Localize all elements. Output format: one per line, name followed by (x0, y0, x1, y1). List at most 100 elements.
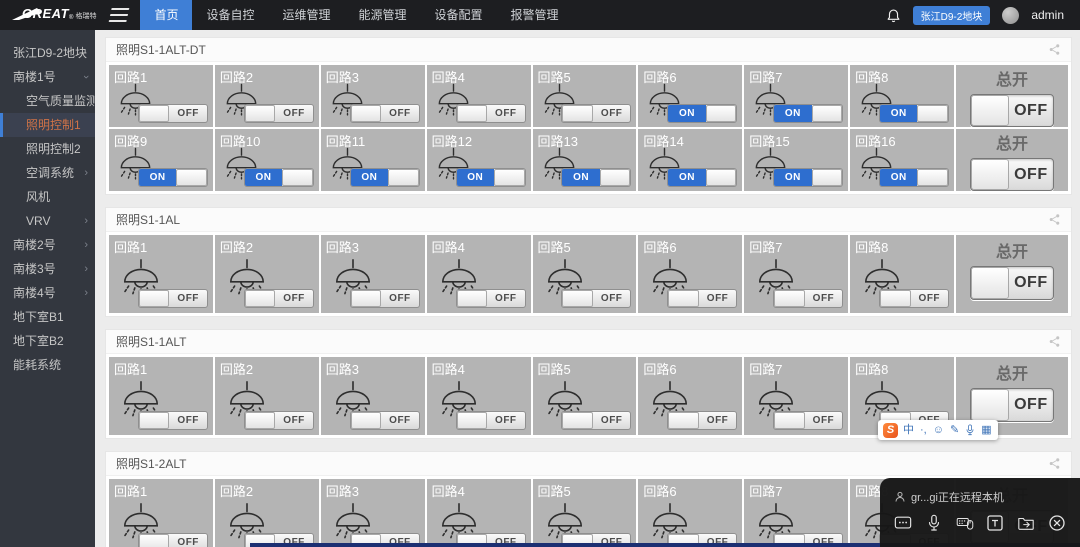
sidebar-item-9[interactable]: 南楼2号› (0, 233, 95, 257)
circuit-toggle[interactable]: ON (879, 168, 949, 187)
sidebar-item-4[interactable]: 照明控制1 (0, 113, 95, 137)
sidebar-item-1[interactable]: 张江D9-2地块 (0, 41, 95, 65)
disconnect-icon[interactable] (1048, 514, 1066, 532)
circuit-toggle[interactable]: OFF (350, 289, 420, 308)
toggle-state-label: OFF (593, 290, 630, 307)
circuit-label: 回路2 (220, 237, 253, 256)
circuit-label: 回路6 (643, 481, 676, 500)
sidebar-item-10[interactable]: 南楼3号› (0, 257, 95, 281)
circuit-toggle[interactable]: OFF (138, 289, 208, 308)
circuit-toggle[interactable]: OFF (773, 289, 843, 308)
keyboard-mouse-icon[interactable] (956, 514, 974, 532)
toggle-state-label: OFF (487, 290, 524, 307)
voice-icon[interactable] (925, 514, 943, 532)
circuit-toggle[interactable]: ON (667, 168, 737, 187)
circuit-toggle[interactable]: ON (561, 168, 631, 187)
circuit-label: 回路1 (114, 481, 147, 500)
master-toggle[interactable]: OFF (970, 94, 1054, 127)
chinese-mode-icon[interactable]: 中 (903, 425, 914, 436)
emoji-icon[interactable]: ☺ (933, 425, 944, 436)
circuit-card: 回路7OFF (744, 357, 848, 435)
nav-item-6[interactable]: 报警管理 (497, 0, 573, 30)
site-badge[interactable]: 张江D9-2地块 (913, 6, 991, 25)
nav-item-1[interactable]: 首页 (140, 0, 192, 30)
circuit-toggle[interactable]: ON (773, 168, 843, 187)
share-icon[interactable] (1048, 335, 1061, 348)
username-label[interactable]: admin (1031, 8, 1064, 22)
nav-item-2[interactable]: 设备自控 (192, 0, 268, 30)
circuit-card: 回路9ON (109, 129, 213, 191)
toggle-handle (388, 169, 419, 186)
sidebar-item-label: 南楼3号 (13, 262, 56, 276)
circuit-toggle[interactable]: OFF (138, 533, 208, 547)
chevron-right-icon: › (84, 209, 88, 233)
avatar[interactable] (1002, 7, 1019, 24)
toggle-handle (351, 412, 382, 429)
circuit-toggle[interactable]: OFF (561, 411, 631, 430)
share-icon[interactable] (1048, 457, 1061, 470)
circuit-toggle[interactable]: OFF (561, 289, 631, 308)
circuit-toggle[interactable]: ON (879, 104, 949, 123)
panel-title: 照明S1-1AL (116, 211, 180, 228)
remote-status-text: gr...gi正在远程本机 (911, 489, 1004, 505)
sidebar-item-7[interactable]: 风机 (0, 185, 95, 209)
toggle-state-label: ON (880, 105, 917, 122)
keyboard-layout-icon[interactable]: ▦ (981, 425, 991, 436)
circuit-card: 回路3OFF (321, 235, 425, 313)
circuit-toggle[interactable]: ON (773, 104, 843, 123)
punctuation-icon[interactable]: ·, (920, 425, 927, 436)
circuit-toggle[interactable]: ON (350, 168, 420, 187)
sidebar-item-label: 地下室B2 (13, 334, 64, 348)
circuit-label: 回路2 (220, 359, 253, 378)
sidebar-item-11[interactable]: 南楼4号› (0, 281, 95, 305)
nav-item-3[interactable]: 运维管理 (269, 0, 345, 30)
sidebar-item-2[interactable]: 南楼1号› (0, 65, 95, 89)
sidebar-item-5[interactable]: 照明控制2 (0, 137, 95, 161)
circuit-toggle[interactable]: OFF (350, 411, 420, 430)
sidebar-item-label: 照明控制1 (26, 118, 81, 132)
circuit-toggle[interactable]: OFF (138, 104, 208, 123)
circuit-toggle[interactable]: OFF (350, 104, 420, 123)
circuit-toggle[interactable]: OFF (773, 411, 843, 430)
share-icon[interactable] (1048, 213, 1061, 226)
chat-icon[interactable] (894, 514, 912, 532)
toggle-state-label: ON (457, 169, 494, 186)
master-toggle[interactable]: OFF (970, 158, 1054, 191)
sidebar-item-6[interactable]: 空调系统› (0, 161, 95, 185)
toggle-state-label: OFF (487, 412, 524, 429)
sidebar-item-14[interactable]: 能耗系统 (0, 353, 95, 377)
circuit-card: 回路5OFF (533, 479, 637, 547)
ime-logo-icon[interactable]: S (883, 423, 898, 438)
master-toggle[interactable]: OFF (970, 266, 1054, 300)
sidebar-item-8[interactable]: VRV› (0, 209, 95, 233)
nav-item-5[interactable]: 设备配置 (421, 0, 497, 30)
circuit-toggle[interactable]: ON (667, 104, 737, 123)
circuit-toggle[interactable]: ON (138, 168, 208, 187)
handwriting-icon[interactable]: ✎ (950, 425, 959, 436)
circuit-toggle[interactable]: OFF (879, 289, 949, 308)
circuit-toggle[interactable]: OFF (244, 104, 314, 123)
voice-input-icon[interactable] (965, 424, 975, 436)
notifications-bell-icon[interactable] (886, 8, 901, 23)
share-icon[interactable] (1048, 43, 1061, 56)
circuit-toggle[interactable]: OFF (667, 289, 737, 308)
circuit-toggle[interactable]: OFF (456, 104, 526, 123)
circuit-toggle[interactable]: OFF (244, 289, 314, 308)
circuit-toggle[interactable]: OFF (456, 289, 526, 308)
sidebar-item-13[interactable]: 地下室B2 (0, 329, 95, 353)
master-toggle[interactable]: OFF (970, 388, 1054, 422)
circuit-card: 回路14ON (638, 129, 742, 191)
nav-item-4[interactable]: 能源管理 (345, 0, 421, 30)
sidebar-item-3[interactable]: 空气质量监测 (0, 89, 95, 113)
circuit-toggle[interactable]: OFF (667, 411, 737, 430)
menu-toggle-icon[interactable] (109, 8, 130, 22)
circuit-toggle[interactable]: OFF (138, 411, 208, 430)
sidebar-item-12[interactable]: 地下室B1 (0, 305, 95, 329)
circuit-toggle[interactable]: OFF (456, 411, 526, 430)
circuit-toggle[interactable]: OFF (561, 104, 631, 123)
text-input-icon[interactable] (986, 514, 1004, 532)
circuit-toggle[interactable]: ON (244, 168, 314, 187)
file-transfer-icon[interactable] (1017, 514, 1035, 532)
circuit-toggle[interactable]: ON (456, 168, 526, 187)
circuit-toggle[interactable]: OFF (244, 411, 314, 430)
